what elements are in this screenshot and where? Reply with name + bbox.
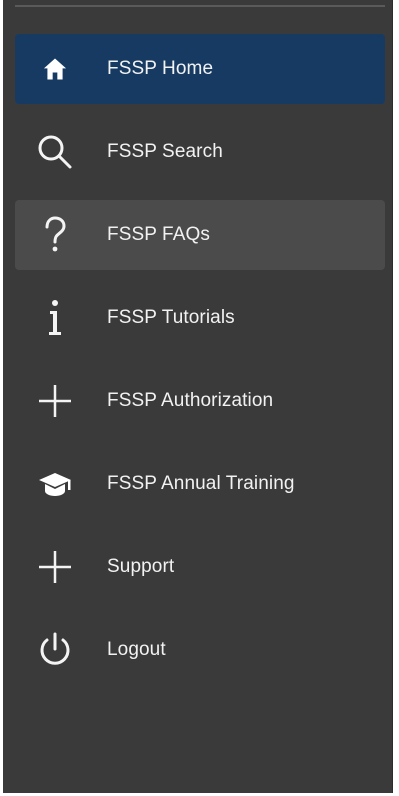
sidebar-item-fssp-annual-training[interactable]: FSSP Annual Training <box>15 449 385 519</box>
sidebar: FSSP Home FSSP Search FSSP FAQs FSSP Tut… <box>3 0 393 793</box>
sidebar-item-fssp-authorization[interactable]: FSSP Authorization <box>15 366 385 436</box>
sidebar-item-fssp-faqs[interactable]: FSSP FAQs <box>15 200 385 270</box>
sidebar-item-label: FSSP Authorization <box>107 390 274 411</box>
plus-icon <box>15 366 95 436</box>
power-icon <box>15 615 95 685</box>
sidebar-item-logout[interactable]: Logout <box>15 615 385 685</box>
sidebar-item-fssp-home[interactable]: FSSP Home <box>15 34 385 104</box>
sidebar-item-support[interactable]: Support <box>15 532 385 602</box>
info-icon <box>15 283 95 353</box>
sidebar-item-label: FSSP Home <box>107 58 214 79</box>
sidebar-item-label: FSSP Tutorials <box>107 307 235 328</box>
home-icon <box>15 34 95 104</box>
sidebar-nav: FSSP Home FSSP Search FSSP FAQs FSSP Tut… <box>15 34 385 698</box>
sidebar-item-label: Support <box>107 556 175 577</box>
sidebar-item-fssp-tutorials[interactable]: FSSP Tutorials <box>15 283 385 353</box>
sidebar-item-label: FSSP Search <box>107 141 223 162</box>
sidebar-item-label: FSSP Annual Training <box>107 473 295 494</box>
graduation-cap-icon <box>15 449 95 519</box>
sidebar-item-label: Logout <box>107 639 166 660</box>
top-divider <box>15 5 385 7</box>
sidebar-item-label: FSSP FAQs <box>107 224 210 245</box>
search-icon <box>15 117 95 187</box>
plus-icon <box>15 532 95 602</box>
question-icon <box>15 200 95 270</box>
sidebar-item-fssp-search[interactable]: FSSP Search <box>15 117 385 187</box>
